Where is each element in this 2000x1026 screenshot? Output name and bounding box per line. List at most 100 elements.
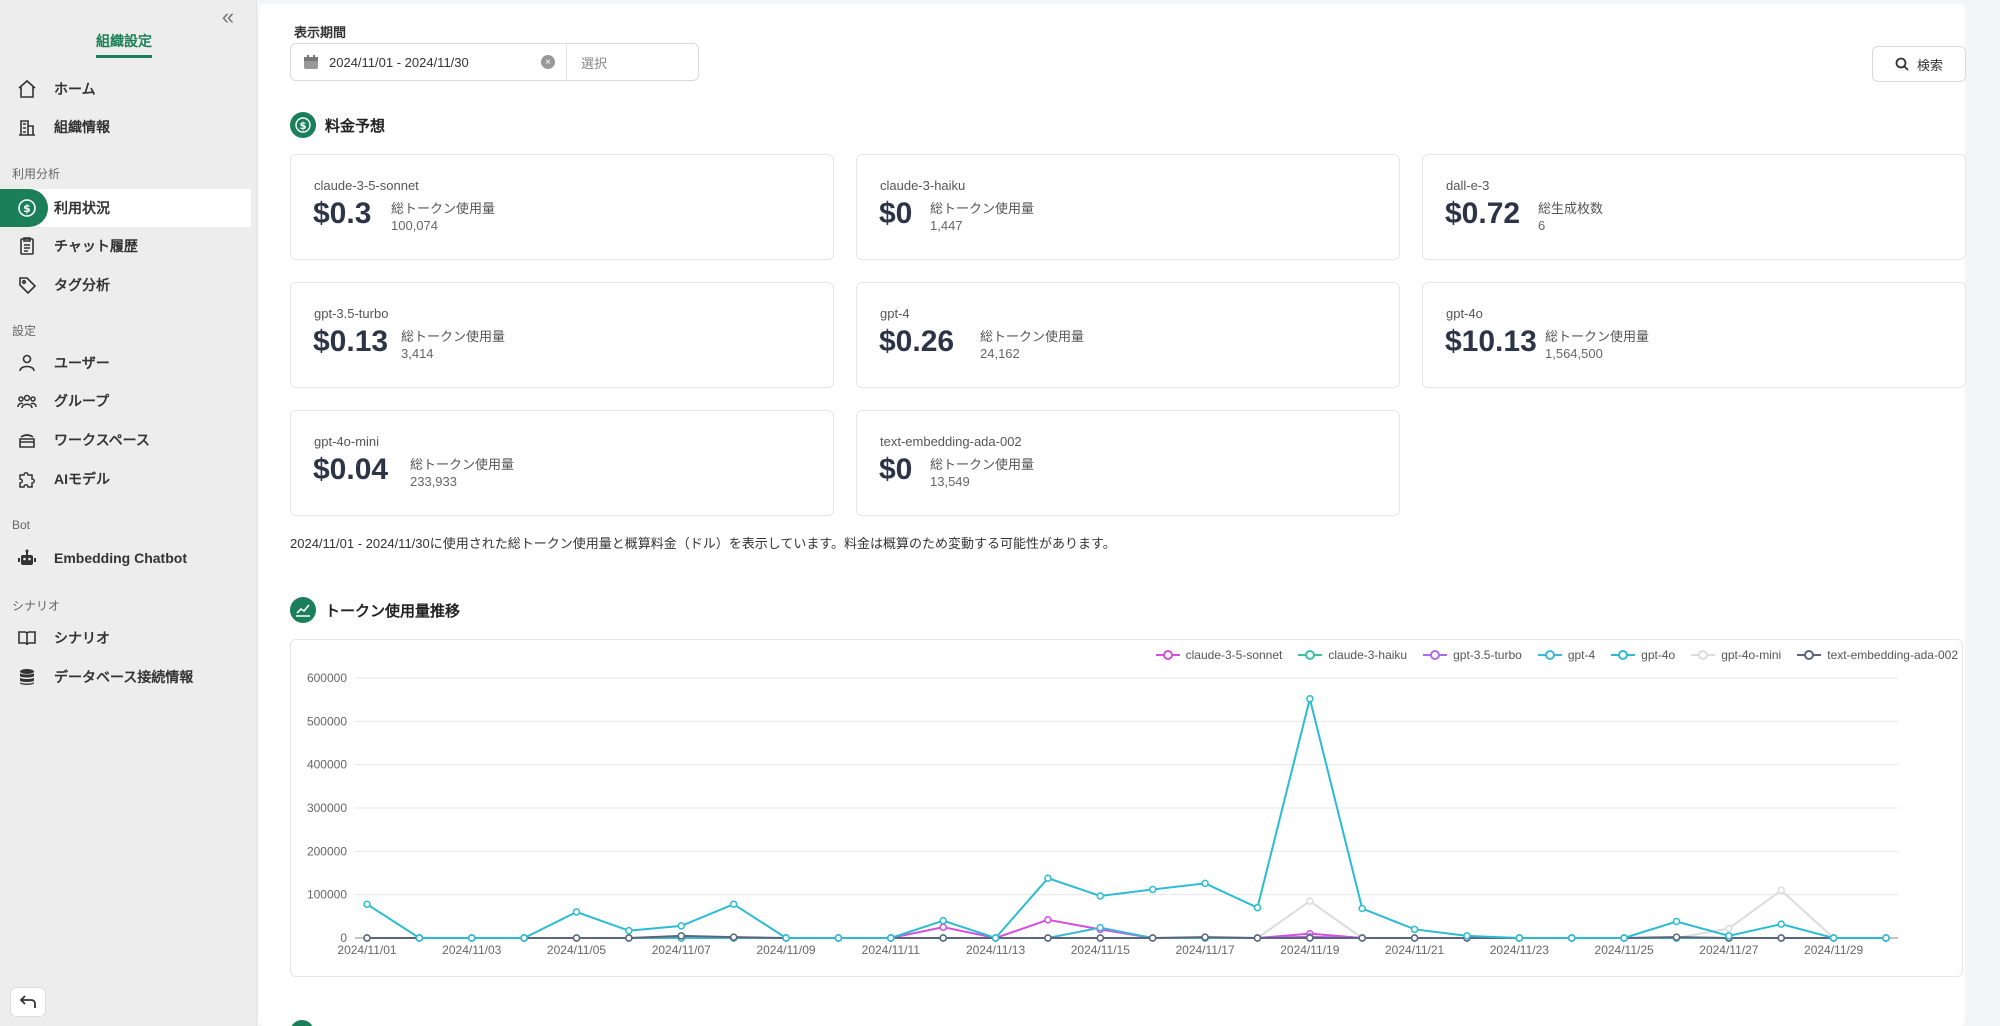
date-range-picker[interactable]: 2024/11/01 - 2024/11/30 × 選択	[290, 43, 699, 81]
data-point	[1253, 903, 1262, 912]
sidebar-item-ai-models[interactable]: AIモデル	[0, 460, 251, 498]
model-name: gpt-4o	[1446, 306, 1483, 321]
tag-icon	[16, 274, 38, 296]
sidebar-item-label: タグ分析	[54, 277, 110, 293]
search-button[interactable]: 検索	[1872, 46, 1966, 82]
data-point	[1044, 874, 1052, 882]
metric-value: 24,162	[980, 346, 1020, 361]
data-point	[729, 900, 738, 908]
section-label-scenario: シナリオ	[12, 599, 61, 613]
clipboard-icon	[16, 235, 38, 257]
model-name: gpt-4	[880, 306, 910, 321]
data-point	[363, 900, 371, 908]
sidebar-item-groups[interactable]: グループ	[0, 382, 251, 420]
chart-line-icon	[290, 597, 316, 623]
x-tick-label: 2024/11/09	[756, 943, 815, 957]
price-value: $0	[879, 453, 913, 486]
data-point	[1306, 695, 1314, 703]
period-label: 表示期間	[294, 25, 347, 40]
sidebar-item-organization[interactable]: 組織情報	[0, 108, 251, 146]
sidebar-item-label: ユーザー	[54, 355, 110, 371]
data-point	[1515, 934, 1524, 942]
next-section-icon	[290, 1020, 314, 1026]
sidebar-item-chat-history[interactable]: チャット履歴	[0, 227, 251, 265]
dollar-icon: $	[16, 197, 38, 219]
search-button-label: 検索	[1916, 57, 1943, 73]
data-point	[1567, 934, 1576, 942]
x-tick-label: 2024/11/01	[337, 943, 396, 957]
dollar-icon: $	[290, 112, 316, 138]
x-tick-label: 2024/11/11	[862, 943, 921, 957]
data-point	[782, 934, 790, 942]
x-tick-label: 2024/11/17	[1175, 943, 1234, 957]
period-select[interactable]: 選択	[581, 53, 607, 72]
forecast-section-title: $ 料金予想	[290, 112, 385, 138]
metric-value: 6	[1538, 218, 1546, 233]
sidebar-item-embedding-chatbot[interactable]: Embedding Chatbot	[0, 539, 251, 577]
workspace-icon	[16, 429, 38, 451]
sidebar-item-home[interactable]: ホーム	[0, 70, 251, 108]
price-value: $0.3	[313, 197, 372, 230]
sidebar-item-scenario[interactable]: シナリオ	[0, 619, 251, 657]
series-line	[367, 934, 1886, 939]
series-line	[367, 889, 1886, 939]
book-icon	[16, 627, 38, 649]
data-point	[1096, 892, 1105, 900]
data-point	[1306, 897, 1314, 905]
x-tick-label: 2024/11/07	[652, 943, 711, 957]
clear-icon[interactable]: ×	[541, 55, 555, 69]
data-point	[677, 922, 686, 930]
price-value: $0.13	[313, 325, 389, 358]
price-value: $0.04	[313, 453, 389, 486]
data-point	[1672, 933, 1681, 941]
series-line	[366, 698, 1886, 940]
return-arrow-icon	[19, 995, 36, 1008]
metric-value: 100,074	[391, 218, 438, 233]
chart-canvas: 0100000200000300000400000500000600000202…	[307, 671, 1898, 957]
y-tick-label: 100000	[307, 888, 347, 902]
metric-label: 総トークン使用量	[410, 457, 515, 472]
metric-value: 1,447	[930, 218, 963, 233]
y-tick-label: 300000	[307, 801, 347, 815]
group-icon	[16, 390, 38, 412]
metric-label: 総生成枚数	[1538, 201, 1604, 216]
date-range-value[interactable]: 2024/11/01 - 2024/11/30	[329, 55, 541, 70]
data-point	[415, 934, 424, 942]
sidebar-item-users[interactable]: ユーザー	[0, 344, 251, 382]
sidebar: « 組織設定 ホーム 組織情報 利用分析 $ 利用状況 チャット履歴 タグ分析 …	[0, 0, 257, 1026]
series-line	[367, 918, 1886, 940]
collapse-sidebar-icon[interactable]: «	[218, 6, 238, 28]
data-point	[1725, 932, 1733, 940]
data-point	[1044, 934, 1052, 942]
x-tick-label: 2024/11/13	[966, 943, 1025, 957]
price-value: $0.26	[879, 325, 955, 358]
x-tick-label: 2024/11/29	[1804, 943, 1863, 957]
data-point	[1358, 934, 1366, 942]
data-point	[1410, 925, 1419, 934]
back-button[interactable]	[10, 987, 46, 1017]
data-point	[1201, 933, 1209, 941]
sidebar-title: 組織設定	[96, 31, 152, 58]
data-point	[1096, 923, 1105, 932]
sidebar-item-database[interactable]: データベース接続情報	[0, 658, 251, 696]
data-point	[572, 934, 581, 942]
x-tick-label: 2024/11/19	[1280, 943, 1339, 957]
data-point	[991, 934, 1000, 942]
price-value: $10.13	[1445, 325, 1537, 358]
main-content: 表示期間 2024/11/01 - 2024/11/30 × 選択 検索 $ 料…	[259, 4, 1966, 1026]
cost-card: text-embedding-ada-002 $0 総トークン使用量 13,54…	[856, 410, 1400, 516]
sidebar-item-label: 利用状況	[54, 200, 110, 216]
cost-card: gpt-4o-mini $0.04 総トークン使用量 233,933	[290, 410, 834, 516]
sidebar-item-usage[interactable]: $ 利用状況	[0, 189, 251, 227]
svg-text:$: $	[23, 202, 31, 215]
sidebar-item-tag-analysis[interactable]: タグ分析	[0, 266, 251, 304]
database-icon	[16, 666, 38, 688]
data-point	[1725, 924, 1733, 933]
model-name: dall-e-3	[1446, 178, 1490, 193]
user-icon	[16, 352, 38, 374]
metric-value: 1,564,500	[1545, 346, 1603, 361]
data-point	[1620, 934, 1628, 942]
sidebar-item-workspace[interactable]: ワークスペース	[0, 421, 251, 459]
sidebar-item-label: 組織情報	[54, 119, 110, 135]
x-tick-label: 2024/11/03	[442, 943, 501, 957]
